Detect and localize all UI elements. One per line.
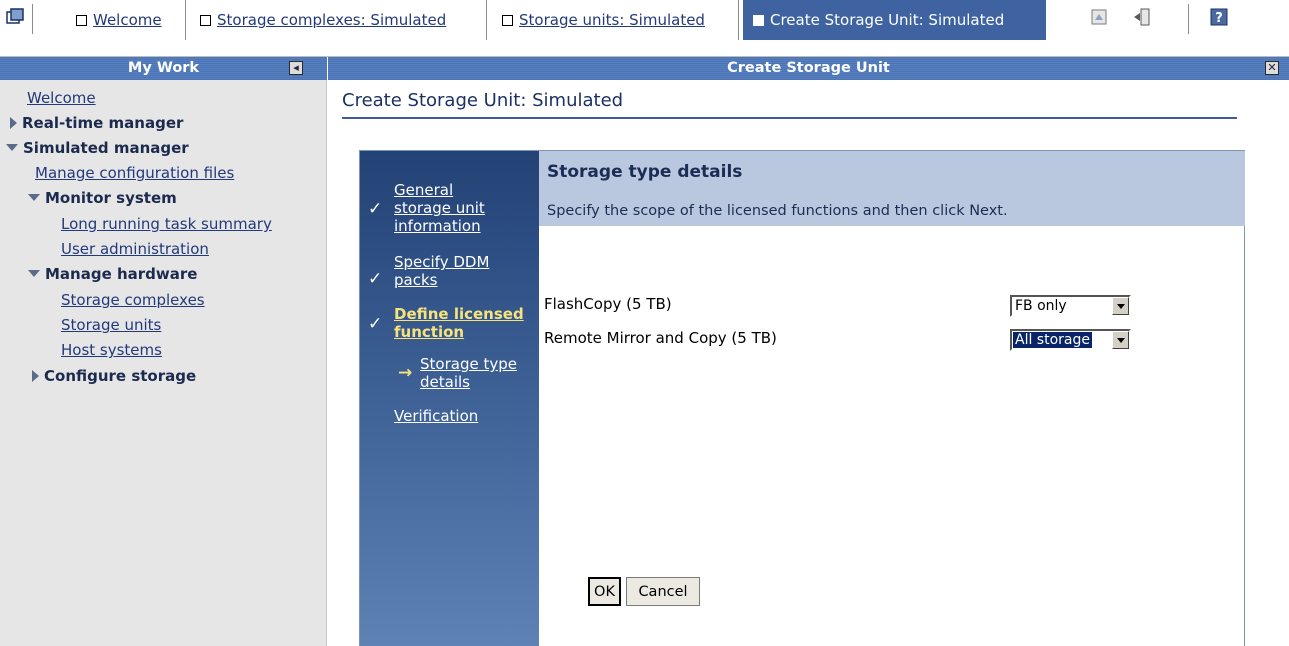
tab-bar: Welcome Storage complexes: Simulated Sto… [0, 0, 1289, 57]
nav-link[interactable]: Storage units [61, 316, 161, 334]
flashcopy-selected-value: FB only [1015, 298, 1067, 314]
nav-manage-hardware[interactable]: Manage hardware [28, 264, 197, 285]
collapse-icon[interactable] [28, 194, 40, 201]
tab-label[interactable]: Welcome [93, 11, 162, 29]
step-link[interactable]: Verification [394, 407, 478, 425]
step-link[interactable]: details [420, 373, 470, 391]
step-link[interactable]: General [394, 181, 453, 199]
step-define-licensed-function[interactable]: Define licensed function [394, 305, 524, 341]
collapse-icon[interactable] [6, 144, 18, 151]
step-link[interactable]: Specify DDM [394, 253, 489, 271]
nav-label: Manage hardware [45, 265, 198, 283]
nav-link[interactable]: Storage complexes [61, 291, 205, 309]
wizard-heading: Storage type details [547, 162, 743, 182]
remote-mirror-selected-value: All storage [1012, 331, 1093, 349]
tab-create-storage-unit[interactable]: Create Storage Unit: Simulated [743, 0, 1046, 40]
logout-icon[interactable] [1130, 2, 1154, 32]
nav-link[interactable]: Long running task summary [61, 215, 272, 233]
completed-check-icon: ✓ [368, 199, 383, 219]
nav-link[interactable]: User administration [61, 240, 209, 258]
nav-simulated-manager[interactable]: Simulated manager [6, 138, 189, 159]
nav-storage-units[interactable]: Storage units [61, 315, 161, 336]
step-link[interactable]: Storage type [420, 355, 517, 373]
step-link[interactable]: packs [394, 271, 437, 289]
ok-button[interactable]: OK [588, 577, 621, 606]
my-work-title: My Work [127, 60, 200, 76]
step-general-storage-unit-information[interactable]: General storage unit information [394, 181, 485, 235]
nav-real-time-manager[interactable]: Real-time manager [10, 113, 183, 134]
tab-label[interactable]: Storage complexes: Simulated [217, 11, 446, 29]
tab-checkbox-icon [200, 14, 211, 26]
step-link[interactable]: Define licensed [394, 305, 524, 323]
step-link[interactable]: storage unit [394, 199, 485, 217]
wizard-panel: General storage unit information ✓ Speci… [359, 150, 1245, 646]
current-step-arrow-icon: → [398, 363, 413, 383]
my-work-navigation: Welcome Real-time manager Simulated mana… [0, 80, 327, 646]
nav-link[interactable]: Manage configuration files [35, 164, 234, 182]
flashcopy-select[interactable]: FB only [1010, 295, 1131, 317]
expand-icon[interactable] [10, 117, 17, 129]
nav-monitor-system[interactable]: Monitor system [28, 188, 177, 209]
step-storage-type-details[interactable]: Storage type details [420, 355, 517, 391]
dropdown-arrow-icon[interactable] [1112, 297, 1129, 315]
wizard-steps: General storage unit information ✓ Speci… [360, 151, 539, 646]
step-specify-ddm-packs[interactable]: Specify DDM packs [394, 253, 489, 289]
nav-label: Real-time manager [22, 114, 184, 132]
close-icon[interactable]: ✕ [1265, 61, 1279, 75]
wizard-instruction: Specify the scope of the licensed functi… [547, 203, 1008, 219]
nav-label: Simulated manager [23, 139, 189, 157]
step-link[interactable]: function [394, 323, 464, 341]
nav-user-administration[interactable]: User administration [61, 239, 209, 260]
title-divider [342, 117, 1237, 119]
step-link[interactable]: information [394, 217, 481, 235]
nav-host-systems[interactable]: Host systems [61, 340, 162, 361]
task-manager-icon[interactable] [4, 2, 26, 32]
nav-label: Monitor system [45, 189, 177, 207]
tab-checkbox-icon [76, 14, 87, 26]
nav-manage-configuration-files[interactable]: Manage configuration files [35, 163, 234, 184]
svg-text:?: ? [1215, 11, 1223, 26]
create-storage-unit-title: Create Storage Unit [727, 60, 890, 76]
nav-configure-storage[interactable]: Configure storage [32, 366, 196, 387]
tab-label: Create Storage Unit: Simulated [770, 11, 1005, 29]
tab-welcome[interactable]: Welcome [66, 0, 186, 40]
my-work-titlebar: My Work ◂ [0, 57, 327, 80]
nav-welcome[interactable]: Welcome [27, 88, 96, 109]
nav-long-running-task-summary[interactable]: Long running task summary [61, 214, 272, 235]
flashcopy-label: FlashCopy (5 TB) [544, 295, 672, 313]
tab-storage-complexes[interactable]: Storage complexes: Simulated [190, 0, 487, 40]
step-verification[interactable]: Verification [394, 407, 478, 425]
tab-checkbox-icon [502, 14, 513, 26]
completed-check-icon: ✓ [368, 269, 383, 289]
restore-icon[interactable] [1088, 2, 1110, 32]
remote-mirror-label: Remote Mirror and Copy (5 TB) [544, 329, 777, 347]
create-storage-unit-titlebar: Create Storage Unit ✕ [328, 57, 1289, 80]
cancel-button[interactable]: Cancel [626, 577, 700, 606]
wizard-header: Storage type details Specify the scope o… [539, 151, 1245, 226]
tab-checkbox-icon [753, 14, 764, 26]
tab-storage-units[interactable]: Storage units: Simulated [492, 0, 739, 40]
nav-label: Configure storage [44, 367, 197, 385]
tab-label[interactable]: Storage units: Simulated [519, 11, 705, 29]
nav-link[interactable]: Host systems [61, 341, 162, 359]
page-title: Create Storage Unit: Simulated [342, 90, 624, 111]
nav-storage-complexes[interactable]: Storage complexes [61, 290, 205, 311]
completed-check-icon: ✓ [368, 314, 383, 334]
collapse-left-icon[interactable]: ◂ [289, 61, 303, 75]
collapse-icon[interactable] [28, 270, 40, 277]
help-icon[interactable]: ? [1208, 2, 1230, 32]
expand-icon[interactable] [32, 370, 39, 382]
remote-mirror-select[interactable]: All storage [1010, 329, 1131, 351]
nav-welcome-link[interactable]: Welcome [27, 89, 96, 107]
dropdown-arrow-icon[interactable] [1112, 331, 1129, 349]
